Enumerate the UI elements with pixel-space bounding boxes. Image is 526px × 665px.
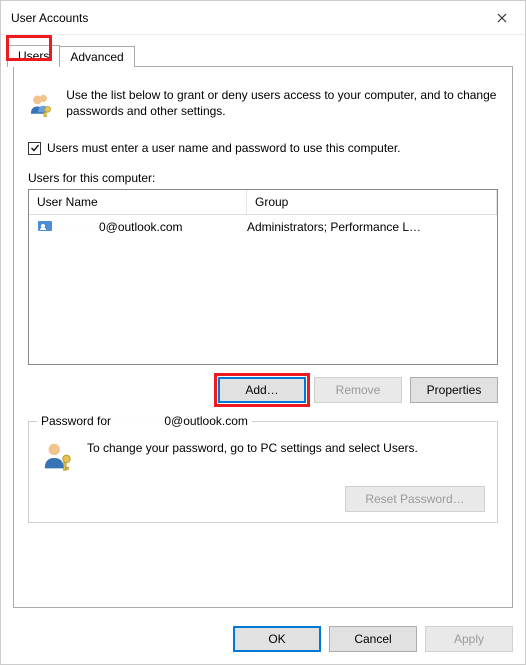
password-groupbox: Password for ··········0@outlook.com To … bbox=[28, 421, 498, 523]
column-header-username[interactable]: User Name bbox=[29, 190, 247, 214]
legend-obscured: ·········· bbox=[114, 414, 164, 428]
legend-prefix: Password for bbox=[41, 414, 111, 428]
tab-users[interactable]: Users bbox=[7, 45, 60, 67]
require-password-checkbox[interactable] bbox=[28, 142, 41, 155]
cancel-button[interactable]: Cancel bbox=[329, 626, 417, 652]
users-listview[interactable]: User Name Group ··········0@outlook.com bbox=[28, 189, 498, 365]
user-account-icon bbox=[37, 219, 53, 235]
listview-row[interactable]: ··········0@outlook.com Administrators; … bbox=[29, 215, 497, 239]
titlebar: User Accounts bbox=[1, 1, 525, 35]
user-key-icon bbox=[41, 440, 75, 474]
intro-row: Use the list below to grant or deny user… bbox=[28, 87, 498, 123]
checkmark-icon bbox=[30, 143, 40, 153]
group-cell: Administrators; Performance L… bbox=[243, 219, 493, 235]
dialog-footer: OK Cancel Apply bbox=[1, 616, 525, 664]
users-keys-icon bbox=[28, 87, 54, 123]
tab-advanced[interactable]: Advanced bbox=[59, 46, 134, 67]
intro-text: Use the list below to grant or deny user… bbox=[66, 87, 498, 119]
properties-button[interactable]: Properties bbox=[410, 377, 498, 403]
require-password-row[interactable]: Users must enter a user name and passwor… bbox=[28, 141, 498, 155]
user-accounts-window: User Accounts Users Advanced Use the lis… bbox=[0, 0, 526, 665]
close-icon bbox=[497, 13, 507, 23]
tab-panel-users: Use the list below to grant or deny user… bbox=[13, 66, 513, 608]
remove-button: Remove bbox=[314, 377, 402, 403]
username-obscured: ·········· bbox=[57, 220, 97, 234]
require-password-label: Users must enter a user name and passwor… bbox=[47, 141, 401, 155]
legend-suffix: 0@outlook.com bbox=[164, 414, 248, 428]
add-button[interactable]: Add… bbox=[218, 377, 306, 403]
listview-body: ··········0@outlook.com Administrators; … bbox=[29, 215, 497, 364]
reset-password-button: Reset Password… bbox=[345, 486, 485, 512]
password-group-legend: Password for ··········0@outlook.com bbox=[37, 414, 252, 428]
tab-strip: Users Advanced bbox=[7, 43, 513, 67]
column-header-group[interactable]: Group bbox=[247, 190, 497, 214]
listview-header: User Name Group bbox=[29, 190, 497, 215]
ok-button[interactable]: OK bbox=[233, 626, 321, 652]
users-list-label: Users for this computer: bbox=[28, 171, 498, 185]
username-suffix: 0@outlook.com bbox=[99, 220, 183, 234]
apply-button: Apply bbox=[425, 626, 513, 652]
list-actions-row: Add… Remove Properties bbox=[28, 377, 498, 403]
close-button[interactable] bbox=[479, 1, 525, 35]
password-change-text: To change your password, go to PC settin… bbox=[87, 440, 418, 456]
window-title: User Accounts bbox=[11, 11, 88, 25]
